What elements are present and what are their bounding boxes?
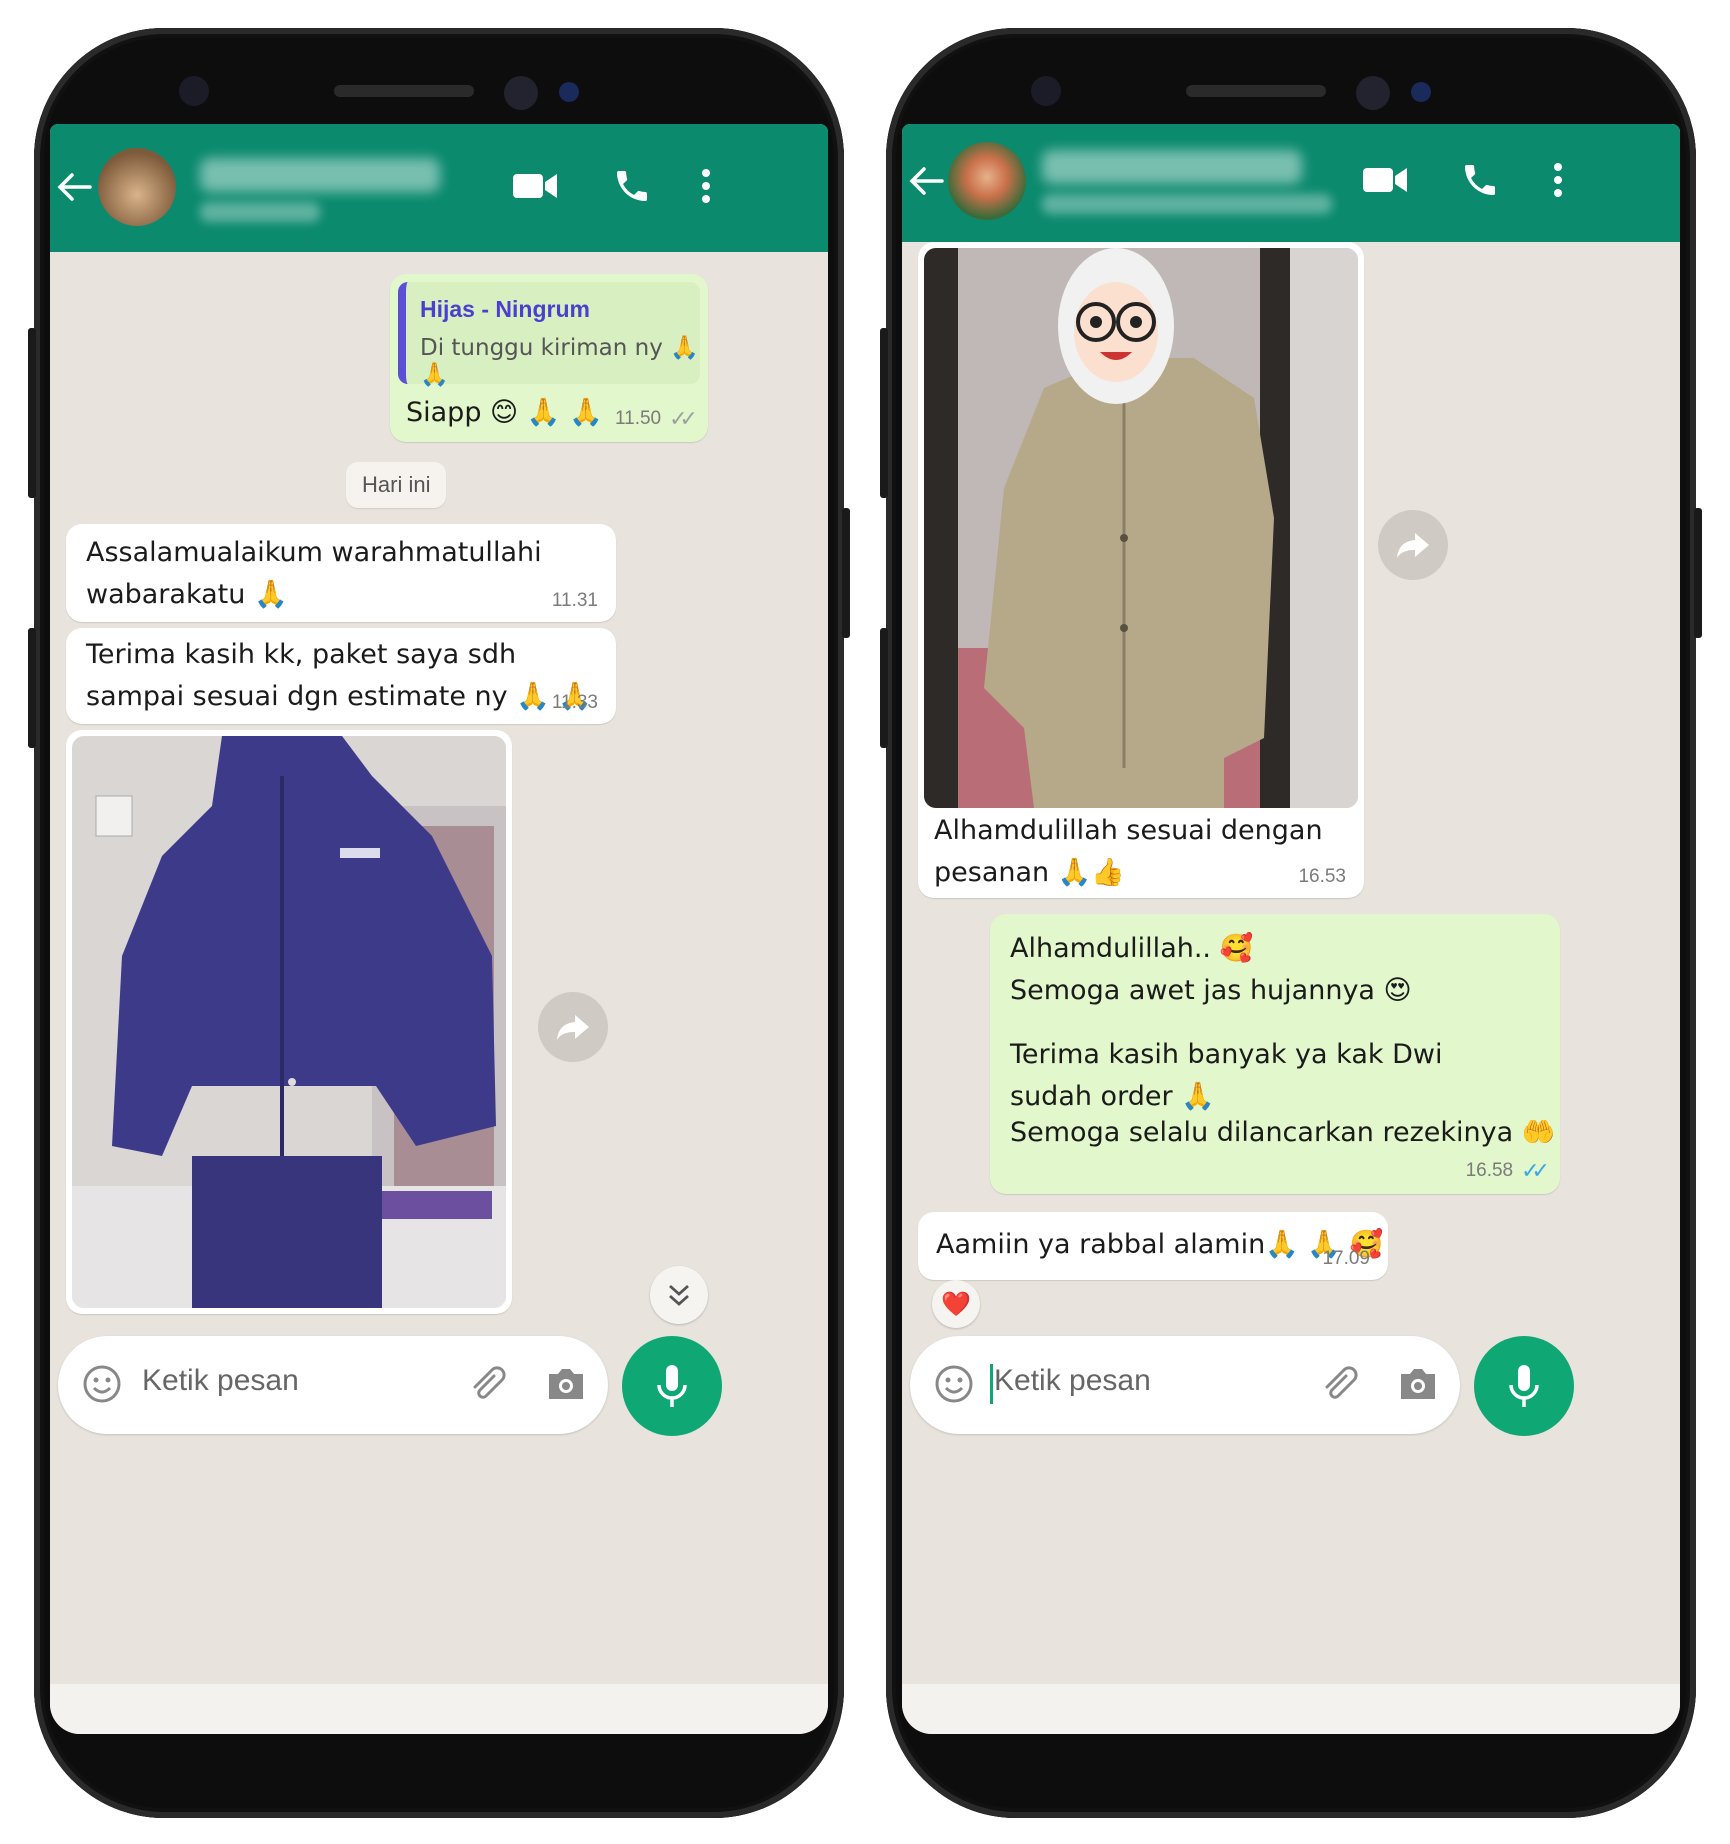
earpiece <box>1186 85 1326 97</box>
contact-status-blurred <box>200 202 320 222</box>
voice-call-icon[interactable] <box>1458 158 1502 202</box>
message-time: 17.09 <box>1322 1248 1370 1269</box>
chat-screen: Alhamdulillah sesuai dengan pesanan 🙏👍 1… <box>902 124 1680 1734</box>
emoji-icon[interactable] <box>932 1362 976 1406</box>
text-cursor <box>990 1364 993 1404</box>
incoming-image-bubble[interactable] <box>66 730 512 1314</box>
incoming-image-bubble[interactable]: Alhamdulillah sesuai dengan pesanan 🙏👍 1… <box>918 242 1364 898</box>
date-chip: Hari ini <box>346 462 447 508</box>
message-text: Siapp 😊 🙏 🙏 <box>406 397 603 428</box>
message-line: Terima kasih banyak ya kak Dwi sudah ord… <box>1010 1039 1443 1112</box>
chat-header <box>902 124 1680 242</box>
message-input-bar[interactable]: Ketik pesan <box>910 1336 1460 1434</box>
mic-button[interactable] <box>1474 1336 1574 1436</box>
contact-name-blurred[interactable] <box>1042 150 1302 184</box>
message-time: 16.58 ✓✓ <box>1465 1158 1550 1183</box>
message-line: Semoga awet jas hujannya 😍 <box>1010 975 1412 1006</box>
message-line: Semoga selalu dilancarkan rezekinya 🤲 <box>1010 1117 1556 1148</box>
message-input[interactable]: Ketik pesan <box>994 1364 1151 1398</box>
quoted-text: Di tunggu kiriman ny 🙏 🙏 <box>420 335 699 388</box>
chat-header <box>50 124 828 252</box>
message-time: 11.50 ✓✓ <box>614 406 698 431</box>
sensor <box>1031 76 1061 106</box>
menu-dots-icon[interactable] <box>696 164 716 208</box>
volume-button <box>880 328 888 498</box>
mic-button[interactable] <box>622 1336 722 1436</box>
chat-screen: Hijas - Ningrum Di tunggu kiriman ny 🙏 🙏… <box>50 124 828 1734</box>
message-input[interactable]: Ketik pesan <box>142 1364 299 1398</box>
photo-caption: Alhamdulillah sesuai dengan pesanan 🙏👍 <box>934 815 1323 888</box>
front-camera <box>1356 76 1390 110</box>
double-tick-icon: ✓✓ <box>669 406 698 431</box>
scroll-down-icon[interactable] <box>650 1266 708 1324</box>
video-call-icon[interactable] <box>1360 160 1410 200</box>
earpiece <box>334 85 474 97</box>
bixby-button <box>28 628 36 748</box>
heart-reaction-icon[interactable]: ❤️ <box>932 1280 980 1328</box>
raincoat-photo[interactable] <box>72 736 506 1308</box>
front-camera <box>504 76 538 110</box>
attach-icon[interactable] <box>1316 1362 1360 1406</box>
contact-avatar[interactable] <box>98 148 176 226</box>
emoji-icon[interactable] <box>80 1362 124 1406</box>
outgoing-reply-bubble[interactable]: Hijas - Ningrum Di tunggu kiriman ny 🙏 🙏… <box>390 274 708 442</box>
message-text: Assalamualaikum warahmatullahi wabarakat… <box>86 537 542 610</box>
menu-dots-icon[interactable] <box>1548 158 1568 202</box>
contact-avatar[interactable] <box>948 142 1026 220</box>
iris-sensor <box>559 82 579 102</box>
message-text: Aamiin ya rabbal alamin🙏 🙏 🥰 <box>936 1229 1384 1260</box>
forward-icon[interactable] <box>1378 510 1448 580</box>
video-call-icon[interactable] <box>510 166 560 206</box>
message-time: 11.33 <box>551 692 598 713</box>
contact-status-blurred <box>1042 194 1332 214</box>
quoted-message[interactable]: Hijas - Ningrum Di tunggu kiriman ny 🙏 🙏 <box>398 282 700 388</box>
back-arrow-icon[interactable] <box>54 164 94 210</box>
android-nav-bar <box>50 1684 828 1734</box>
message-time: 16.53 <box>1298 866 1346 887</box>
power-button <box>1694 508 1702 638</box>
attach-icon[interactable] <box>464 1362 508 1406</box>
double-tick-icon: ✓✓ <box>1521 1158 1550 1183</box>
mic-icon <box>657 1365 687 1407</box>
volume-button <box>28 328 36 498</box>
power-button <box>842 508 850 638</box>
message-input-bar[interactable]: Ketik pesan <box>58 1336 608 1434</box>
contact-name-blurred[interactable] <box>200 158 440 192</box>
incoming-message-bubble[interactable]: Assalamualaikum warahmatullahi wabarakat… <box>66 524 616 622</box>
message-line: Alhamdulillah.. 🥰 <box>1010 933 1254 964</box>
back-arrow-icon[interactable] <box>906 158 946 204</box>
message-time: 11.31 <box>551 590 598 611</box>
mic-icon <box>1509 1365 1539 1407</box>
bixby-button <box>880 628 888 748</box>
forward-icon[interactable] <box>538 992 608 1062</box>
right-phone-frame: Alhamdulillah sesuai dengan pesanan 🙏👍 1… <box>880 28 1702 1818</box>
incoming-message-bubble[interactable]: Aamiin ya rabbal alamin🙏 🙏 🥰 17.09 <box>918 1212 1388 1280</box>
beige-raincoat-photo[interactable] <box>924 248 1358 808</box>
camera-icon[interactable] <box>544 1362 588 1406</box>
incoming-message-bubble[interactable]: Terima kasih kk, paket saya sdh sampai s… <box>66 628 616 724</box>
android-nav-bar <box>902 1684 1680 1734</box>
left-phone-frame: Hijas - Ningrum Di tunggu kiriman ny 🙏 🙏… <box>28 28 850 1818</box>
outgoing-message-bubble[interactable]: Alhamdulillah.. 🥰 Semoga awet jas hujann… <box>990 914 1560 1194</box>
message-text: Terima kasih kk, paket saya sdh sampai s… <box>86 639 593 712</box>
sensor <box>179 76 209 106</box>
quoted-sender: Hijas - Ningrum <box>420 296 590 322</box>
voice-call-icon[interactable] <box>610 164 654 208</box>
camera-icon[interactable] <box>1396 1362 1440 1406</box>
iris-sensor <box>1411 82 1431 102</box>
